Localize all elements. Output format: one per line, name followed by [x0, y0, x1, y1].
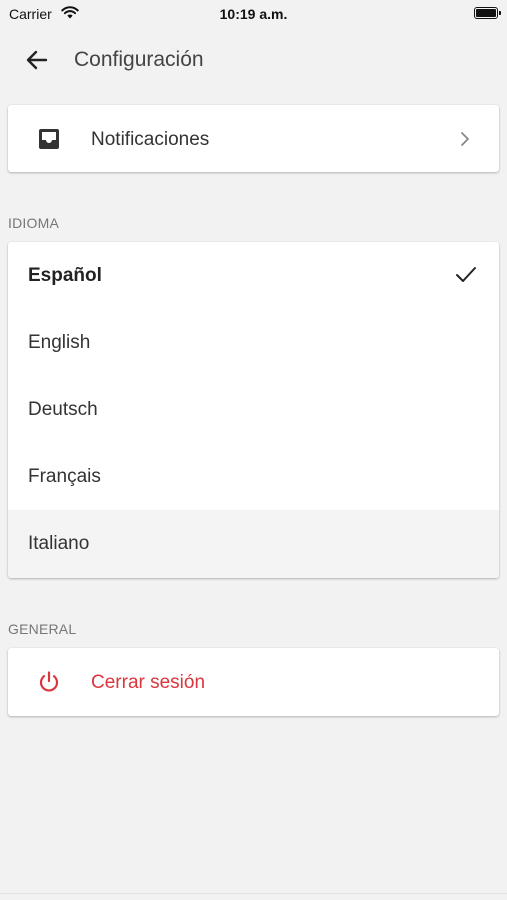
language-option-english[interactable]: English: [8, 309, 499, 376]
notifications-label: Notificaciones: [91, 129, 210, 150]
language-list: Español English Deutsch Français Italian…: [8, 242, 499, 578]
logout-button[interactable]: Cerrar sesión: [8, 648, 499, 716]
arrow-left-icon: [26, 50, 48, 70]
page-title: Configuración: [74, 48, 204, 71]
language-label: Español: [28, 265, 102, 286]
logout-label: Cerrar sesión: [91, 672, 206, 693]
battery-icon: [474, 7, 501, 19]
inbox-icon: [39, 129, 59, 149]
checkmark-icon: [456, 267, 476, 282]
back-button[interactable]: [24, 48, 52, 72]
language-label: Deutsch: [28, 399, 98, 420]
chevron-right-icon: [461, 132, 469, 146]
status-bar: Carrier 10:19 a.m.: [0, 0, 507, 28]
language-label: Italiano: [28, 533, 90, 554]
language-option-espanol[interactable]: Español: [8, 242, 499, 309]
language-label: English: [28, 332, 91, 353]
power-icon: [39, 671, 59, 692]
language-option-francais[interactable]: Français: [8, 443, 499, 510]
language-label: Français: [28, 466, 101, 487]
general-section-header: GENERAL: [8, 621, 77, 637]
language-section-header: IDIOMA: [8, 215, 59, 231]
language-option-italiano[interactable]: Italiano: [8, 510, 499, 578]
notifications-row[interactable]: Notificaciones: [8, 105, 499, 172]
app-header: Configuración: [0, 38, 507, 82]
bottom-divider: [0, 893, 507, 894]
language-option-deutsch[interactable]: Deutsch: [8, 376, 499, 443]
clock: 10:19 a.m.: [219, 6, 288, 22]
